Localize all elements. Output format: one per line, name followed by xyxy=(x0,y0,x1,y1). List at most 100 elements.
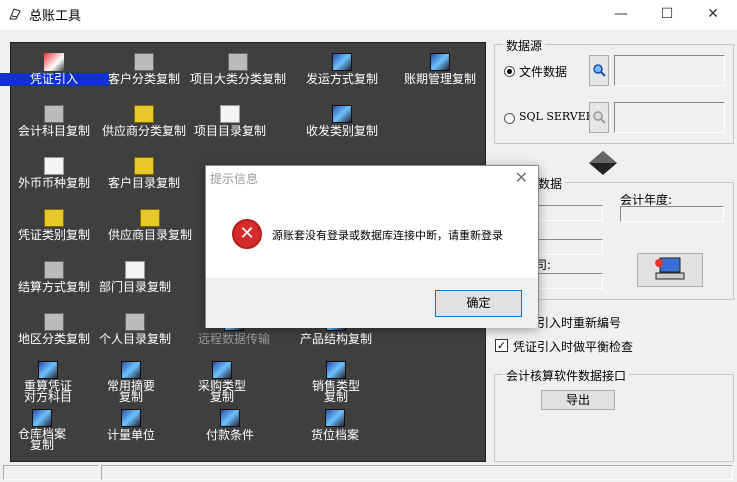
computer-icon xyxy=(44,157,64,175)
tool-supplier-directory-copy[interactable]: 供应商目录复制 xyxy=(95,209,205,242)
tool-label: 账期管理复制 xyxy=(403,72,476,86)
tool-dispatch-category-copy[interactable]: 收发类别复制 xyxy=(287,105,397,138)
tool-shipping-method-copy[interactable]: 发运方式复制 xyxy=(287,53,397,86)
balance-check-label: 凭证引入时做平衡检查 xyxy=(513,340,634,354)
tool-customer-directory-copy[interactable]: 客户目录复制 xyxy=(89,157,199,190)
tool-label: 项目大类分类复制 xyxy=(189,72,286,86)
sql-path-field[interactable] xyxy=(614,102,725,133)
status-segment-1 xyxy=(3,465,99,480)
export-legend: 会计核算软件数据接口 xyxy=(503,367,630,384)
error-dialog: 提示信息 ✕ ✕ 源账套没有登录或数据库连接中断，请重新登录 确定 xyxy=(205,165,539,328)
car-icon xyxy=(44,313,64,331)
card-icon xyxy=(125,313,145,331)
tool-department-directory-copy[interactable]: 部门目录复制 xyxy=(80,261,190,294)
image-icon xyxy=(121,409,141,427)
dialog-footer: 确定 xyxy=(206,278,538,328)
data-panel-legend: 数据 xyxy=(535,175,566,192)
tool-project-category-copy[interactable]: 项目大类分类复制 xyxy=(183,53,293,86)
tool-label: 凭证类别复制 xyxy=(17,228,90,242)
dialog-close-button[interactable]: ✕ xyxy=(515,168,528,187)
image-icon xyxy=(430,53,450,71)
image-icon xyxy=(326,361,346,379)
file-data-label: 文件数据 xyxy=(519,65,568,79)
tool-label: 计量单位 xyxy=(106,428,155,442)
tool-label: 仓库档案复制 xyxy=(18,427,67,452)
tool-label: 供应商目录复制 xyxy=(107,228,192,242)
maximize-button[interactable]: ☐ xyxy=(644,0,690,30)
sql-server-radio[interactable] xyxy=(504,113,515,124)
computer-icon xyxy=(650,257,690,287)
folder-icon xyxy=(44,209,64,227)
status-bar xyxy=(0,463,737,482)
pen-icon xyxy=(44,53,64,71)
tool-label: 销售类型复制 xyxy=(312,379,361,404)
tool-label: 收发类别复制 xyxy=(305,124,378,138)
data-field-2[interactable] xyxy=(535,239,603,255)
image-icon xyxy=(121,361,141,379)
printer-icon xyxy=(44,105,64,123)
tool-label: 重算凭证对方科目 xyxy=(23,379,72,404)
car-icon xyxy=(228,53,248,71)
diamond-icon xyxy=(134,105,154,123)
tool-label: 付款条件 xyxy=(205,428,254,442)
tool-label: 个人目录复制 xyxy=(98,332,171,346)
tool-label: 采购类型复制 xyxy=(198,379,247,404)
window-title: 总账工具 xyxy=(29,9,82,24)
renumber-option-label: 引入时重新编号 xyxy=(537,316,622,330)
title-bar: 总账工具 — ☐ ✕ xyxy=(0,0,737,30)
tool-period-management-copy[interactable]: 账期管理复制 xyxy=(385,53,495,86)
image-icon xyxy=(220,409,240,427)
status-segment-2 xyxy=(101,465,733,480)
image-icon xyxy=(38,361,58,379)
tool-voucher-type-copy[interactable]: 凭证类别复制 xyxy=(0,209,109,242)
tool-location-archive[interactable]: 货位档案 xyxy=(280,409,390,442)
tool-label: 发运方式复制 xyxy=(305,72,378,86)
tool-project-directory-copy[interactable]: 项目目录复制 xyxy=(175,105,285,138)
tool-sales-type-copy[interactable]: 销售类型复制 xyxy=(281,361,391,403)
file-path-field[interactable] xyxy=(614,55,725,86)
tool-label: 货位档案 xyxy=(310,428,359,442)
error-icon: ✕ xyxy=(232,219,262,249)
app-icon xyxy=(8,7,22,21)
ok-button[interactable]: 确定 xyxy=(435,290,522,317)
car-icon xyxy=(44,261,64,279)
export-button[interactable]: 导出 xyxy=(541,390,615,410)
tool-label: 部门目录复制 xyxy=(98,280,171,294)
minimize-button[interactable]: — xyxy=(598,0,644,30)
dialog-message: 源账套没有登录或数据库连接中断，请重新登录 xyxy=(272,229,503,242)
arrow-down-icon xyxy=(588,150,618,176)
file-browse-button[interactable] xyxy=(589,55,609,86)
tool-label: 产品结构复制 xyxy=(299,332,372,346)
datasource-legend: 数据源 xyxy=(503,37,546,54)
image-icon xyxy=(325,409,345,427)
tool-payment-terms[interactable]: 付款条件 xyxy=(175,409,285,442)
datasource-group: 数据源 文件数据 SQL SERVER xyxy=(494,37,734,144)
dialog-title: 提示信息 xyxy=(210,172,259,186)
export-group: 会计核算软件数据接口 导出 xyxy=(494,367,734,462)
book-icon xyxy=(125,261,145,279)
close-button[interactable]: ✕ xyxy=(690,0,736,30)
tool-unit-of-measure[interactable]: 计量单位 xyxy=(76,409,186,442)
tool-label: 项目目录复制 xyxy=(193,124,266,138)
image-icon xyxy=(332,53,352,71)
sql-browse-button[interactable] xyxy=(589,102,609,133)
connect-button[interactable] xyxy=(637,253,703,287)
printer-icon xyxy=(134,53,154,71)
fiscal-year-field[interactable] xyxy=(620,206,724,222)
balance-check-checkbox[interactable]: ✓ xyxy=(495,339,508,352)
tool-label: 客户目录复制 xyxy=(107,176,180,190)
image-icon xyxy=(212,361,232,379)
folder-icon xyxy=(140,209,160,227)
sql-server-label: SQL SERVER xyxy=(519,110,595,123)
folder-icon xyxy=(134,157,154,175)
tool-purchase-type-copy[interactable]: 采购类型复制 xyxy=(167,361,277,403)
data-field-3[interactable] xyxy=(535,273,603,289)
image-icon xyxy=(332,105,352,123)
tool-personal-directory-copy[interactable]: 个人目录复制 xyxy=(80,313,190,346)
document-icon xyxy=(220,105,240,123)
tool-label: 远程数据传输 xyxy=(197,332,270,346)
image-icon xyxy=(32,409,52,427)
data-field-1[interactable] xyxy=(535,205,603,221)
file-data-radio[interactable] xyxy=(504,66,515,77)
tool-label: 常用摘要复制 xyxy=(107,379,156,404)
